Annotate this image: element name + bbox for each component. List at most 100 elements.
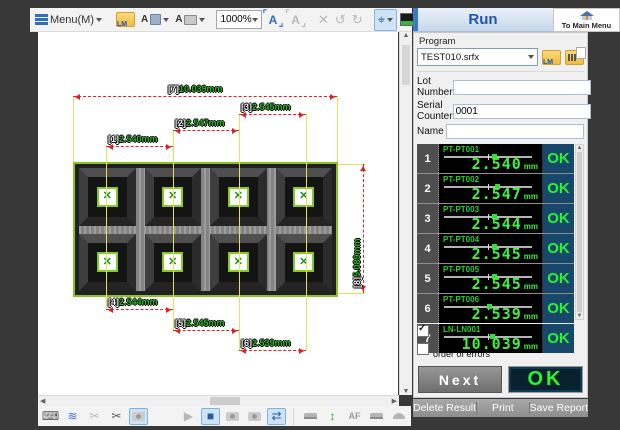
scroll-left-icon[interactable]: ◀	[40, 397, 45, 405]
print-button[interactable]: Print	[477, 402, 529, 414]
result-row[interactable]: 2 PT-PT002 2.547 mm OK	[417, 174, 574, 203]
scissors-icon: ✂	[111, 409, 121, 423]
lot-number-input[interactable]	[453, 80, 591, 95]
live-measure-button[interactable]: ⇄	[267, 408, 286, 425]
menu-button[interactable]: Menu(M)	[32, 10, 105, 30]
save-report-button[interactable]: Save Report	[530, 402, 588, 414]
scroll-up-icon[interactable]: ▲	[403, 32, 410, 39]
measured-value: 2.540 mm	[472, 155, 538, 173]
results-scrollbar[interactable]: ▲ ▼	[575, 144, 584, 320]
measured-value: 2.539 mm	[472, 305, 538, 323]
serial-counter-input[interactable]	[453, 104, 591, 119]
extension-line	[73, 96, 74, 162]
print-image-button[interactable]: A	[172, 10, 208, 30]
chevron-down-icon	[163, 18, 169, 25]
scrollbar-thumb[interactable]	[210, 397, 240, 405]
image-view-button[interactable]	[129, 408, 148, 425]
part-grid: ✕✕✕✕✕✕✕✕	[79, 168, 332, 291]
scrollbar-thumb[interactable]	[577, 152, 582, 312]
scroll-right-icon[interactable]: ▶	[392, 397, 397, 405]
dome-light-icon	[393, 413, 405, 419]
result-row[interactable]: 4 PT-PT004 2.545 mm OK	[417, 234, 574, 263]
measurement-label: PT-PT002	[443, 175, 479, 184]
dimension-line-1: [1]2.540mm	[106, 146, 173, 147]
chevron-down-icon	[528, 55, 534, 62]
save-image-button[interactable]: A	[138, 10, 172, 30]
result-number: 1	[417, 144, 439, 173]
trigger-capture-button[interactable]	[223, 408, 242, 425]
run-panel-body: Program TEST010.srfx LM Lot Number Seria…	[413, 32, 588, 398]
camera-icon	[248, 412, 261, 421]
measured-value: 2.545 mm	[472, 245, 538, 263]
load-program-button[interactable]: LM	[542, 50, 561, 65]
result-row[interactable]: 6 PT-PT006 2.539 mm OK	[417, 294, 574, 323]
delete-result-button[interactable]: Delete Result	[413, 402, 476, 414]
result-measure: PT-PT004 2.545 mm	[439, 234, 542, 263]
dome-light-button[interactable]	[389, 408, 408, 425]
zoom-select[interactable]: 1000%	[216, 10, 261, 29]
scroll-down-icon[interactable]: ▼	[403, 388, 410, 395]
stage-move-button[interactable]: ↕	[323, 408, 342, 425]
fit-screen-icon: A	[265, 13, 282, 27]
name-input[interactable]	[446, 124, 584, 139]
run-panel-header: Run To Main Menu	[413, 8, 620, 32]
trim-button[interactable]: ✂	[107, 408, 126, 425]
delete-button[interactable]: ✕	[315, 10, 332, 30]
measurement-label: LN-LN001	[443, 325, 480, 334]
trigger-capture-2-button[interactable]	[245, 408, 264, 425]
stop-button[interactable]: ■	[201, 408, 220, 425]
next-button[interactable]: Next	[418, 366, 502, 393]
status-badge: OK	[542, 294, 574, 323]
undo-icon: ↺	[335, 13, 346, 26]
zoom-value: 1000%	[220, 14, 251, 25]
panel-actions: Delete Result Print Save Report	[413, 399, 588, 417]
trim-disabled-button[interactable]: ✂	[85, 408, 104, 425]
stage-light-button[interactable]	[367, 408, 386, 425]
image-icon	[132, 412, 145, 421]
status-badge: OK	[542, 234, 574, 263]
checkbox-icon[interactable]	[417, 325, 429, 337]
autofocus-button[interactable]: AF	[345, 408, 364, 425]
redo-button[interactable]: ↻	[349, 10, 366, 30]
hamburger-icon	[35, 14, 48, 25]
play-button[interactable]: ▶	[179, 408, 198, 425]
keyboard-button[interactable]: ⌨	[41, 408, 60, 425]
chevron-down-icon	[387, 18, 393, 25]
canvas-vertical-scrollbar[interactable]: ▲ ▼	[399, 32, 412, 395]
zoom-fit-button[interactable]: A	[262, 10, 285, 30]
layers-button[interactable]: ≋	[63, 408, 82, 425]
result-row[interactable]: 7 LN-LN001 10.039 mm OK	[417, 324, 574, 353]
image-canvas[interactable]: ✕✕✕✕✕✕✕✕ [1]2.540mm [2]2.547mm [3]2.545m…	[38, 32, 398, 395]
ring-light-icon	[304, 413, 317, 419]
measurement-label: PT-PT005	[443, 265, 479, 274]
undo-button[interactable]: ↺	[332, 10, 349, 30]
scroll-up-icon[interactable]: ▲	[577, 145, 583, 151]
redo-icon: ↻	[352, 13, 363, 26]
camera-icon	[226, 412, 239, 421]
program-select[interactable]: TEST010.srfx	[417, 48, 538, 66]
measurement-label: PT-PT004	[443, 235, 479, 244]
cavity: ✕	[79, 234, 136, 292]
program-copy-button[interactable]	[565, 50, 584, 65]
folder-lm-icon: LM	[116, 12, 135, 27]
scroll-down-icon[interactable]: ▼	[577, 313, 583, 319]
scrollbar-thumb[interactable]	[402, 45, 410, 85]
status-badge: OK	[542, 324, 574, 353]
open-program-button[interactable]: LM	[113, 10, 138, 30]
extension-line	[106, 146, 107, 309]
result-measure: LN-LN001 10.039 mm	[439, 324, 542, 353]
result-row[interactable]: 1 PT-PT001 2.540 mm OK	[417, 144, 574, 173]
result-row[interactable]: 5 PT-PT005 2.545 mm OK	[417, 264, 574, 293]
position-adjust-button[interactable]: ⌖	[374, 9, 397, 31]
result-row[interactable]: 3 PT-PT003 2.544 mm OK	[417, 204, 574, 233]
checkbox-icon[interactable]	[417, 343, 429, 355]
to-main-menu-button[interactable]: To Main Menu	[553, 8, 620, 32]
measured-value: 2.544 mm	[472, 215, 538, 233]
arrows-icon: ⇄	[271, 409, 281, 423]
contact-pad: ✕	[97, 252, 118, 272]
ring-light-button[interactable]	[301, 408, 320, 425]
zoom-actual-button[interactable]: A	[284, 10, 307, 30]
dimension-line-3: [3]2.545mm	[239, 114, 306, 115]
stop-icon: ■	[207, 409, 214, 423]
bottom-toolbar: ⌨ ≋ ✂ ✂ ▶ ■ ⇄ ↕ AF	[38, 406, 411, 426]
